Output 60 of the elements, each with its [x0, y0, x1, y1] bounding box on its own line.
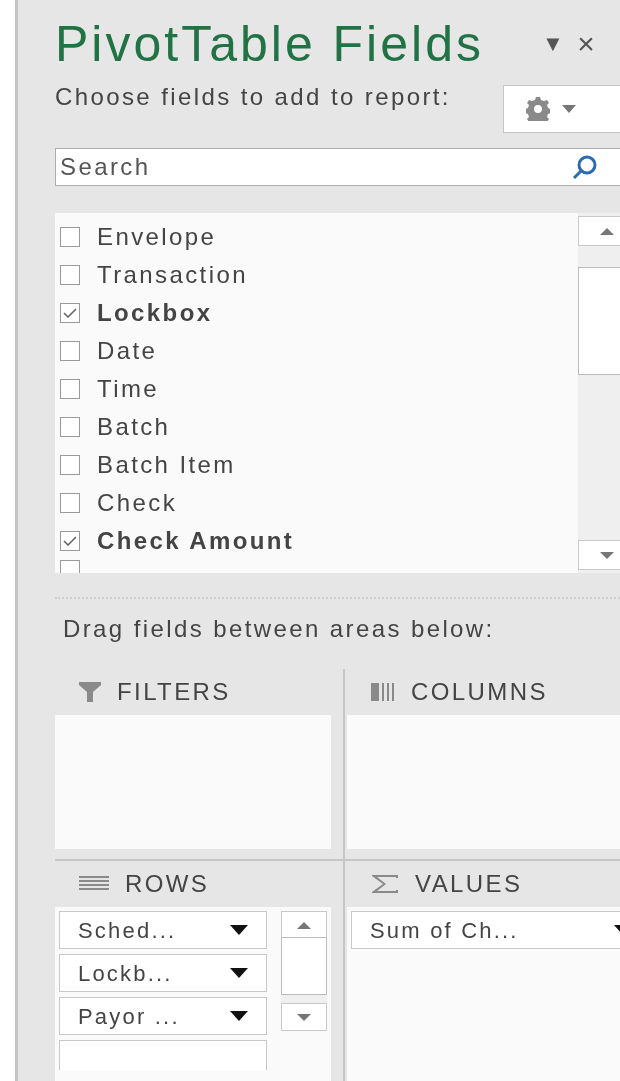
- rows-icon: [79, 876, 109, 892]
- field-item[interactable]: Date: [55, 332, 578, 370]
- field-label: Envelope: [97, 222, 217, 252]
- field-label: Date: [97, 336, 158, 366]
- sigma-icon: [371, 874, 399, 894]
- field-label: Time: [97, 374, 160, 404]
- area-title: VALUES: [415, 869, 523, 899]
- checkbox[interactable]: [60, 493, 80, 513]
- area-field-button[interactable]: Sum of Ch...: [351, 911, 620, 949]
- checkbox[interactable]: [60, 455, 80, 475]
- area-title: COLUMNS: [411, 677, 548, 707]
- checkbox[interactable]: [60, 303, 80, 323]
- scroll-down-icon[interactable]: [599, 551, 614, 559]
- scroll-down-icon[interactable]: [297, 1013, 311, 1021]
- field-item[interactable]: Batch Item: [55, 446, 578, 484]
- field-item[interactable]: Check: [55, 484, 578, 522]
- scroll-up-icon[interactable]: [297, 921, 311, 929]
- field-label: Batch: [97, 412, 171, 442]
- settings-button[interactable]: [503, 85, 620, 134]
- checkbox[interactable]: [60, 379, 80, 399]
- caret-icon: [230, 1011, 248, 1021]
- field-label: Lockbox: [97, 298, 213, 328]
- field-item[interactable]: Transaction: [55, 256, 578, 294]
- field-item[interactable]: Lockbox: [55, 294, 578, 332]
- caret-icon: [230, 968, 248, 978]
- settings-icon: [526, 97, 550, 122]
- area-field-button[interactable]: Sched...: [59, 911, 267, 949]
- pane-subtitle: Choose fields to add to report:: [55, 82, 452, 113]
- field-item[interactable]: Check Amount: [55, 522, 578, 560]
- checkbox[interactable]: [60, 227, 80, 247]
- field-item[interactable]: Envelope: [55, 218, 578, 256]
- scrollbar[interactable]: [281, 911, 327, 1031]
- close-button[interactable]: ×: [571, 21, 601, 67]
- field-item[interactable]: Batch: [55, 408, 578, 446]
- scroll-up-icon[interactable]: [599, 227, 614, 235]
- caret-icon: [562, 105, 576, 114]
- pane-menu-button[interactable]: ▼: [535, 27, 571, 61]
- pane-title: PivotTable Fields: [55, 18, 485, 69]
- area-title: ROWS: [125, 869, 210, 899]
- areas-hint: Drag fields between areas below:: [63, 614, 496, 644]
- area-title: FILTERS: [117, 677, 231, 707]
- columns-icon: [371, 683, 395, 701]
- scrollbar[interactable]: [578, 213, 620, 573]
- area-field-button[interactable]: Payor ...: [59, 997, 267, 1035]
- field-item[interactable]: Time: [55, 370, 578, 408]
- filter-icon: [79, 682, 101, 702]
- area-field-button[interactable]: Lockb...: [59, 954, 267, 992]
- checkmark-icon: [63, 536, 77, 546]
- field-label: Check Amount: [97, 526, 295, 556]
- field-label: Transaction: [97, 260, 248, 290]
- checkbox[interactable]: [60, 531, 80, 551]
- search-icon[interactable]: [572, 154, 598, 180]
- checkbox[interactable]: [60, 417, 80, 437]
- field-label: Check: [97, 488, 178, 518]
- caret-icon: [230, 925, 248, 935]
- field-label: Batch Item: [97, 450, 236, 480]
- area-field-button[interactable]: [59, 1040, 267, 1070]
- checkbox[interactable]: [60, 341, 80, 361]
- checkbox[interactable]: [60, 265, 80, 285]
- checkmark-icon: [63, 308, 77, 318]
